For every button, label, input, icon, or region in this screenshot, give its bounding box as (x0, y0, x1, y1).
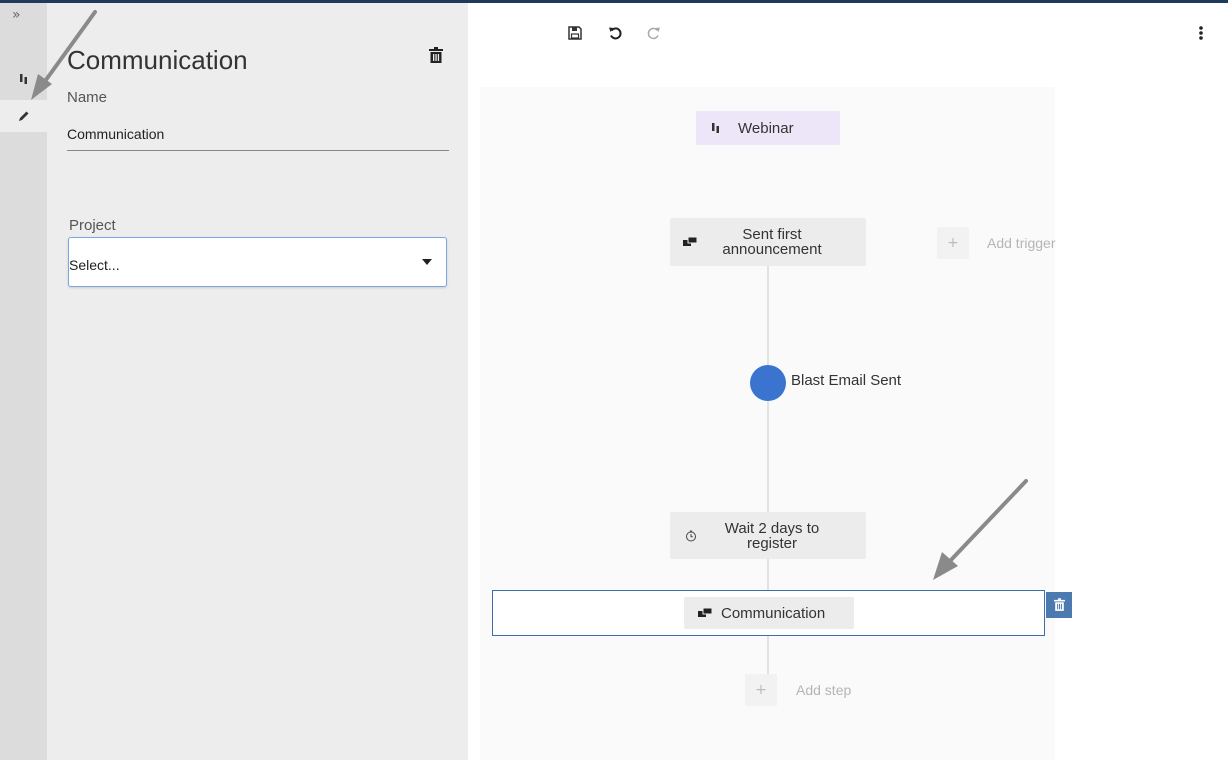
goal-node-label: Blast Email Sent (791, 372, 902, 389)
edit-tab-button[interactable] (0, 100, 47, 132)
connector-line (767, 266, 769, 374)
plus-icon: + (937, 227, 969, 259)
step-node-sent-first-announcement[interactable]: Sent first announcement (670, 218, 866, 266)
undo-icon (609, 27, 622, 40)
name-input[interactable] (67, 117, 449, 151)
triggers-tab-button[interactable] (0, 63, 47, 95)
caret-down-icon (422, 259, 432, 265)
project-select[interactable]: Select... (68, 237, 447, 287)
signal-icon (712, 123, 719, 133)
delete-step-button[interactable] (426, 43, 446, 67)
project-label: Project (69, 217, 116, 234)
trash-icon (1053, 598, 1065, 611)
more-options-button[interactable] (1192, 24, 1210, 42)
connector-line (767, 395, 769, 513)
panel-title: Communication (67, 45, 248, 75)
properties-panel: Communication Name Project Select... (47, 3, 468, 760)
save-icon (568, 26, 582, 40)
chat-bubbles-icon (698, 607, 712, 617)
trigger-node-webinar[interactable]: Webinar (696, 111, 840, 145)
kebab-menu-icon (1199, 26, 1203, 40)
name-label: Name (67, 89, 108, 106)
add-step-label: Add step (796, 682, 852, 698)
step-node-label: Sent first announcement (722, 226, 822, 258)
redo-button[interactable] (645, 24, 663, 42)
chat-bubbles-icon (683, 236, 697, 246)
project-select-value: Select... (69, 257, 120, 273)
step-node-label: Communication (721, 604, 826, 622)
add-trigger-label: Add trigger (987, 235, 1056, 251)
step-node-communication[interactable]: Communication (684, 597, 854, 629)
step-node-wait[interactable]: Wait 2 days to register (670, 512, 866, 559)
trigger-node-label: Webinar (738, 119, 794, 137)
trash-icon (429, 46, 443, 63)
signal-icon (19, 74, 27, 84)
save-button[interactable] (566, 24, 584, 42)
chevron-double-right-icon: » (12, 7, 21, 23)
delete-selected-step-button[interactable] (1046, 592, 1072, 618)
redo-icon (647, 27, 660, 40)
clock-icon (686, 530, 696, 541)
add-trigger-button[interactable]: + Add trigger (937, 227, 1055, 259)
pencil-icon (18, 111, 28, 121)
add-step-button[interactable]: + Add step (745, 674, 851, 706)
expand-rail-button[interactable]: » (0, 3, 47, 27)
step-node-label: Wait 2 days to register (724, 519, 820, 552)
plus-icon: + (745, 674, 777, 706)
goal-node-dot[interactable] (750, 365, 786, 401)
undo-button[interactable] (606, 24, 624, 42)
side-rail: » (0, 3, 47, 760)
